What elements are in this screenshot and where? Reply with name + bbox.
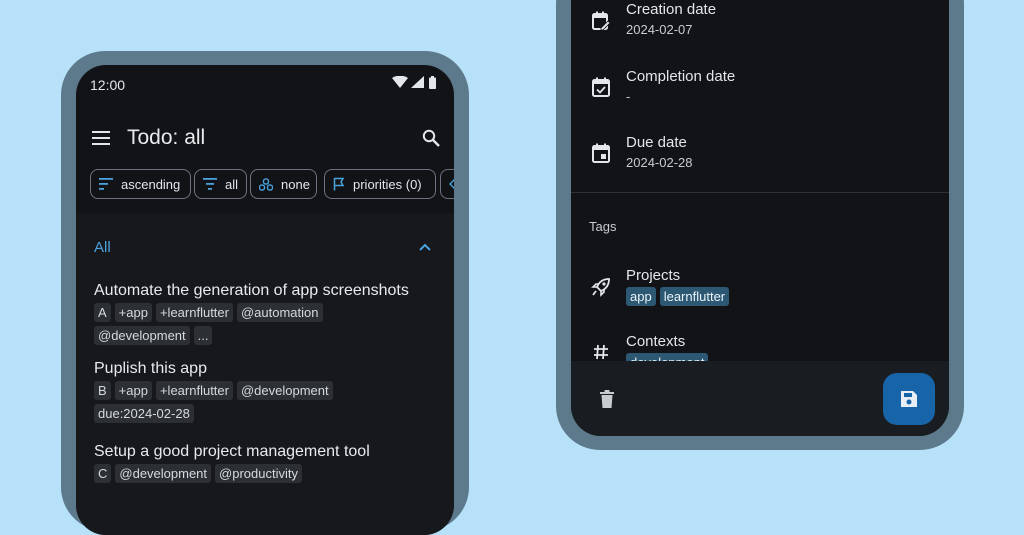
priority-tag: C: [94, 464, 112, 483]
battery-icon: [428, 75, 436, 89]
project-tag: +learnflutter: [155, 303, 233, 322]
chip-label: ascending: [121, 176, 181, 192]
signal-icon: [410, 75, 424, 89]
calendar-edit-icon: [591, 10, 611, 32]
context-tag: @productivity: [215, 464, 302, 483]
calendar-check-icon: [591, 76, 611, 98]
project-tag: +app: [114, 303, 152, 322]
wifi-icon: [392, 75, 408, 89]
save-button[interactable]: [883, 373, 935, 425]
sort-ascending-chip[interactable]: ascending: [90, 169, 191, 199]
creation-date-value: 2024-02-07: [626, 22, 693, 37]
project-tag: learnflutter: [659, 287, 730, 306]
completion-date-value: -: [626, 89, 631, 104]
hashtag-icon: [591, 342, 611, 362]
sort-icon: [99, 178, 113, 190]
section-header-all[interactable]: All: [94, 239, 111, 256]
chip-label: priorities (0): [353, 176, 422, 192]
context-tag: @development: [236, 381, 333, 400]
left-phone-screen: 12:00 Todo: all ascending all none prior…: [76, 65, 454, 535]
status-time: 12:00: [90, 77, 126, 93]
chip-label: all: [225, 176, 239, 192]
divider: [571, 192, 949, 193]
due-date-label: Due date: [626, 134, 687, 151]
due-date-field[interactable]: Due date 2024-02-28: [626, 134, 693, 170]
delete-icon[interactable]: [597, 389, 617, 409]
tag-icon: [449, 178, 454, 190]
project-tag: +app: [114, 381, 152, 400]
context-tag: @automation: [236, 303, 323, 322]
more-filter-chip[interactable]: [440, 169, 454, 199]
left-phone-frame: 12:00 Todo: all ascending all none prior…: [61, 51, 469, 535]
rocket-icon: [590, 276, 612, 298]
context-tag: @development: [94, 326, 190, 345]
creation-date-field[interactable]: Creation date 2024-02-07: [626, 1, 716, 37]
chip-label: none: [281, 176, 310, 192]
tags-section-header: Tags: [589, 219, 617, 234]
priority-tag: A: [94, 303, 111, 322]
group-none-chip[interactable]: none: [250, 169, 317, 199]
todo-title: Puplish this app: [94, 360, 207, 377]
search-icon[interactable]: [420, 127, 442, 149]
bottom-action-bar: [571, 361, 949, 436]
right-phone-frame: Creation date 2024-02-07 Completion date…: [556, 0, 964, 450]
creation-date-label: Creation date: [626, 1, 717, 18]
priorities-chip[interactable]: priorities (0): [324, 169, 436, 199]
completion-date-label: Completion date: [626, 68, 736, 85]
filter-all-chip[interactable]: all: [194, 169, 247, 199]
app-title: Todo: all: [127, 126, 206, 149]
todo-item[interactable]: Setup a good project management tool C @…: [94, 443, 444, 483]
projects-field[interactable]: Projects app learnflutter: [626, 267, 733, 306]
context-tag: @development: [115, 464, 212, 483]
menu-icon[interactable]: [90, 128, 112, 148]
todo-item[interactable]: Automate the generation of app screensho…: [94, 282, 444, 345]
chevron-up-icon[interactable]: [415, 239, 435, 255]
due-date-tag: due:2024-02-28: [94, 404, 194, 423]
project-tag: +learnflutter: [155, 381, 233, 400]
flag-icon: [333, 177, 345, 191]
due-date-value: 2024-02-28: [626, 155, 693, 170]
todo-title: Automate the generation of app screensho…: [94, 282, 409, 299]
more-tags-tag: ...: [193, 326, 213, 345]
workspaces-icon: [259, 177, 273, 191]
save-icon: [900, 390, 918, 408]
calendar-event-icon: [591, 142, 611, 164]
filter-icon: [203, 178, 217, 190]
todo-item[interactable]: Puplish this app B +app +learnflutter @d…: [94, 360, 444, 423]
completion-date-field[interactable]: Completion date -: [626, 68, 735, 104]
contexts-label: Contexts: [626, 333, 686, 350]
project-tag: app: [626, 287, 656, 306]
todo-title: Setup a good project management tool: [94, 443, 370, 460]
projects-label: Projects: [626, 267, 681, 284]
right-phone-screen: Creation date 2024-02-07 Completion date…: [571, 0, 949, 436]
priority-tag: B: [94, 381, 111, 400]
